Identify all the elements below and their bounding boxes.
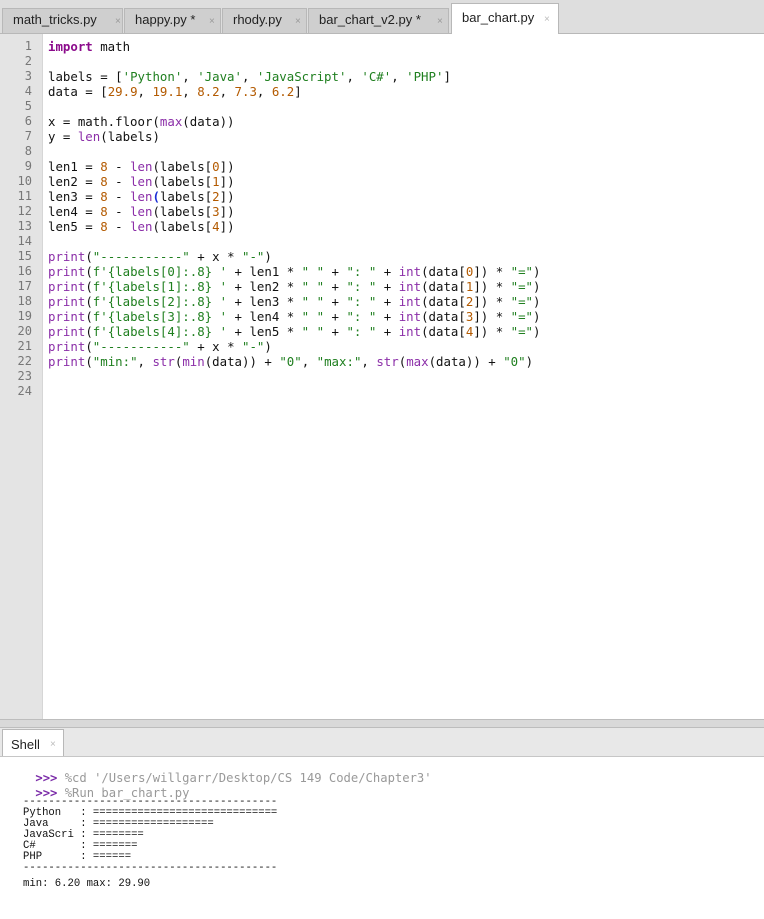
code-text: print(f'{labels[3]:.8} ' + len4 * " " + … [48,309,541,324]
tab-label: bar_chart_v2.py * [319,12,421,27]
code-line[interactable]: 1 import math [0,39,764,54]
code-line[interactable]: 3 labels = ['Python', 'Java', 'JavaScript… [0,69,764,84]
line-number: 11 [17,189,32,203]
line-number: 7 [24,129,32,143]
code-line[interactable]: 10 len2 = 8 - len(labels[1]) [0,174,764,189]
code-area[interactable]: 1 import math 2 3 labels = ['Python', 'Java'… [0,39,764,399]
line-number: 13 [17,219,32,233]
line-number: 19 [17,309,32,323]
code-line[interactable]: 14 [0,234,764,249]
line-number: 18 [17,294,32,308]
code-text: print(f'{labels[2]:.8} ' + len3 * " " + … [48,294,541,309]
line-number: 24 [17,384,32,398]
close-icon[interactable]: × [209,16,215,27]
line-number: 10 [17,174,32,188]
tab-label: happy.py * [135,12,196,27]
shell-tab-bar: Shell × [0,728,764,756]
code-line[interactable]: 9 len1 = 8 - len(labels[0]) [0,159,764,174]
code-text: print(f'{labels[0]:.8} ' + len1 * " " + … [48,264,541,279]
close-icon[interactable]: × [115,16,121,27]
code-text: print("-----------" + x * "-") [48,339,272,354]
tab-rhody[interactable]: rhody.py × [222,8,307,33]
line-number: 1 [24,39,32,53]
line-number: 15 [17,249,32,263]
code-line[interactable]: 24 [0,384,764,399]
code-line[interactable]: 17 print(f'{labels[1]:.8} ' + len2 * " " … [0,279,764,294]
tab-bar-chart[interactable]: bar_chart.py × [451,3,559,34]
code-line[interactable]: 8 [0,144,764,159]
tab-bar-chart-v2[interactable]: bar_chart_v2.py * × [308,8,449,33]
line-number: 4 [24,84,32,98]
tab-happy[interactable]: happy.py * × [124,8,221,33]
line-number: 2 [24,54,32,68]
code-line[interactable]: 20 print(f'{labels[4]:.8} ' + len5 * " " … [0,324,764,339]
code-line[interactable]: 22 print("min:", str(min(data)) + "0", "m… [0,354,764,369]
code-text: labels = ['Python', 'Java', 'JavaScript'… [48,69,451,84]
line-number: 20 [17,324,32,338]
code-line[interactable]: 23 [0,369,764,384]
shell-output-line: ---------------------------------------- [23,862,278,874]
code-text: print("min:", str(min(data)) + "0", "max… [48,354,534,369]
line-number: 23 [17,369,32,383]
line-number: 21 [17,339,32,353]
code-text: print(f'{labels[4]:.8} ' + len5 * " " + … [48,324,541,339]
shell-input-line[interactable]: >>> [6,903,57,919]
line-number: 6 [24,114,32,128]
code-text: len3 = 8 - len(labels[2]) [48,189,235,204]
line-number: 17 [17,279,32,293]
pane-splitter[interactable] [0,719,764,728]
code-line[interactable]: 21 print("-----------" + x * "-") [0,339,764,354]
code-line[interactable]: 15 print("-----------" + x * "-") [0,249,764,264]
editor-tab-bar: math_tricks.py × happy.py * × rhody.py ×… [0,0,764,34]
code-text: data = [29.9, 19.1, 8.2, 7.3, 6.2] [48,84,302,99]
code-text: import math [48,39,131,54]
code-text: len2 = 8 - len(labels[1]) [48,174,235,189]
code-text: len4 = 8 - len(labels[3]) [48,204,235,219]
code-line[interactable]: 4 data = [29.9, 19.1, 8.2, 7.3, 6.2] [0,84,764,99]
tab-shell[interactable]: Shell × [2,729,64,756]
close-icon[interactable]: × [50,739,56,750]
code-line[interactable]: 13 len5 = 8 - len(labels[4]) [0,219,764,234]
code-line[interactable]: 11 len3 = 8 - len(labels[2]) [0,189,764,204]
code-text: y = len(labels) [48,129,160,144]
code-text: x = math.floor(max(data)) [48,114,235,129]
shell-console[interactable]: >>> %cd '/Users/willgarr/Desktop/CS 149 … [0,756,764,919]
line-number: 5 [24,99,32,113]
code-text: len1 = 8 - len(labels[0]) [48,159,235,174]
line-number: 12 [17,204,32,218]
code-line[interactable]: 12 len4 = 8 - len(labels[3]) [0,204,764,219]
code-line[interactable]: 19 print(f'{labels[3]:.8} ' + len4 * " " … [0,309,764,324]
line-number: 14 [17,234,32,248]
line-number: 8 [24,144,32,158]
close-icon[interactable]: × [437,16,443,27]
code-text: len5 = 8 - len(labels[4]) [48,219,235,234]
line-number: 3 [24,69,32,83]
code-line[interactable]: 2 [0,54,764,69]
tab-label: bar_chart.py [462,10,535,25]
tab-math-tricks[interactable]: math_tricks.py × [2,8,123,33]
line-number: 16 [17,264,32,278]
close-icon[interactable]: × [295,16,301,27]
tab-label: Shell [11,737,40,752]
code-text: print("-----------" + x * "-") [48,249,272,264]
close-icon[interactable]: × [544,14,550,25]
line-number: 22 [17,354,32,368]
code-text: print(f'{labels[1]:.8} ' + len2 * " " + … [48,279,541,294]
tab-label: rhody.py [233,12,282,27]
code-editor[interactable]: 1 import math 2 3 labels = ['Python', 'Java'… [0,33,764,721]
line-number: 9 [24,159,32,173]
shell-output-line: min: 6.20 max: 29.90 [23,878,151,890]
code-line[interactable]: 16 print(f'{labels[0]:.8} ' + len1 * " " … [0,264,764,279]
code-line[interactable]: 7 y = len(labels) [0,129,764,144]
code-line[interactable]: 18 print(f'{labels[2]:.8} ' + len3 * " " … [0,294,764,309]
code-line[interactable]: 6 x = math.floor(max(data)) [0,114,764,129]
code-line[interactable]: 5 [0,99,764,114]
tab-label: math_tricks.py [13,12,97,27]
